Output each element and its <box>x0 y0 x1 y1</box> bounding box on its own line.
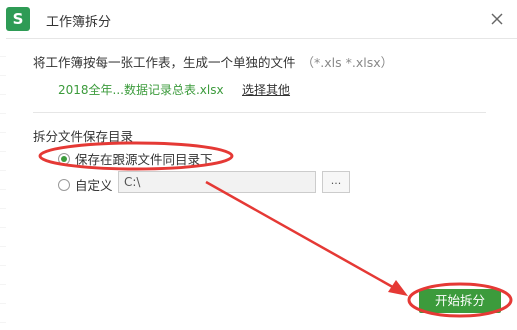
dialog-title: 工作簿拆分 <box>46 15 112 30</box>
source-file-name: 2018全年...数据记录总表.xlsx <box>58 83 224 97</box>
split-description: 将工作簿按每一张工作表，生成一个单独的文件 （*.xls *.xlsx） <box>33 52 393 71</box>
close-button[interactable] <box>486 8 508 30</box>
supported-extensions: （*.xls *.xlsx） <box>301 55 394 70</box>
split-description-text: 将工作簿按每一张工作表，生成一个单独的文件 <box>33 55 296 70</box>
close-icon <box>491 13 503 25</box>
split-workbook-dialog: S 工作簿拆分 将工作簿按每一张工作表，生成一个单独的文件 （*.xls *.xl… <box>0 0 517 330</box>
custom-path-input[interactable]: C:\ <box>118 171 316 193</box>
radio-custom-directory-label: 自定义 <box>75 178 113 193</box>
browse-button[interactable]: ... <box>322 171 350 193</box>
title-bar: S 工作簿拆分 <box>0 0 517 39</box>
radio-same-directory-label: 保存在跟源文件同目录下 <box>75 152 213 167</box>
save-directory-label: 拆分文件保存目录 <box>33 129 134 144</box>
wps-logo-icon: S <box>6 7 30 31</box>
divider <box>33 112 486 113</box>
choose-other-link[interactable]: 选择其他 <box>242 81 290 98</box>
radio-custom-directory[interactable]: 自定义 <box>58 175 113 194</box>
radio-same-directory[interactable]: 保存在跟源文件同目录下 <box>58 149 213 168</box>
annotation-arrowhead-icon <box>388 280 408 296</box>
annotation-arrow-to-start <box>205 180 399 292</box>
start-split-button[interactable]: 开始拆分 <box>419 289 501 313</box>
radio-custom-directory-indicator[interactable] <box>58 178 70 191</box>
background-sheet-edge <box>0 38 6 330</box>
radio-same-directory-indicator[interactable] <box>58 152 70 165</box>
